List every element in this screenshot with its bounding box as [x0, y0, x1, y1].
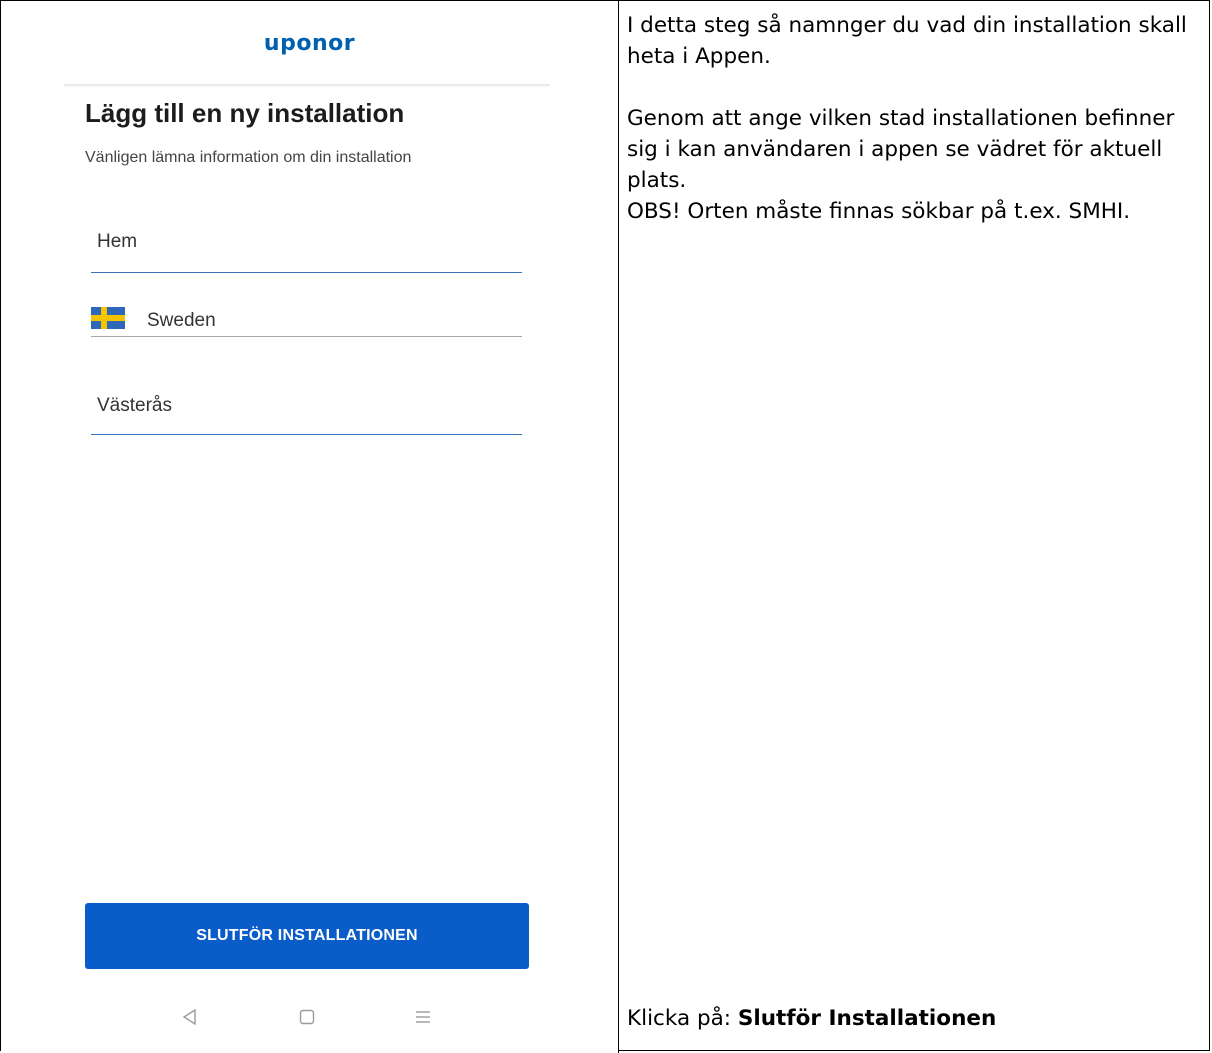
instruction-step-name: I detta steg så namnger du vad din insta…: [627, 13, 1187, 69]
back-triangle-icon[interactable]: [180, 1007, 200, 1027]
header-separator: [64, 84, 550, 87]
page-subtitle: Vänligen lämna information om din instal…: [85, 149, 412, 166]
city-value: Västerås: [97, 395, 172, 416]
instruction-text: I detta steg så namnger du vad din insta…: [627, 10, 1207, 227]
finish-installation-button[interactable]: SLUTFÖR INSTALLATIONEN: [85, 903, 529, 969]
instruction-note: OBS! Orten måste finnas sökbar på t.ex. …: [627, 199, 1131, 224]
click-instruction-prefix: Klicka på:: [627, 1006, 738, 1031]
installation-name-value: Hem: [97, 231, 138, 252]
menu-lines-icon[interactable]: [413, 1007, 433, 1027]
uponor-logo: uponor: [263, 31, 356, 56]
installation-name-input[interactable]: Hem: [91, 223, 522, 273]
sweden-flag-icon: [91, 307, 125, 329]
instruction-city-weather: Genom att ange vilken stad installatione…: [627, 106, 1175, 193]
home-square-icon[interactable]: [297, 1007, 317, 1027]
city-input[interactable]: Västerås: [91, 387, 522, 435]
country-select[interactable]: Sweden: [91, 304, 522, 337]
country-value: Sweden: [147, 310, 216, 331]
page-title: Lägg till en ny installation: [85, 98, 405, 128]
click-instruction: Klicka på: Slutför Installationen: [627, 1006, 996, 1031]
phone-screenshot: uponor Lägg till en ny installation Vänl…: [1, 1, 618, 1051]
column-divider: [618, 0, 619, 1053]
click-instruction-target: Slutför Installationen: [737, 1006, 997, 1031]
